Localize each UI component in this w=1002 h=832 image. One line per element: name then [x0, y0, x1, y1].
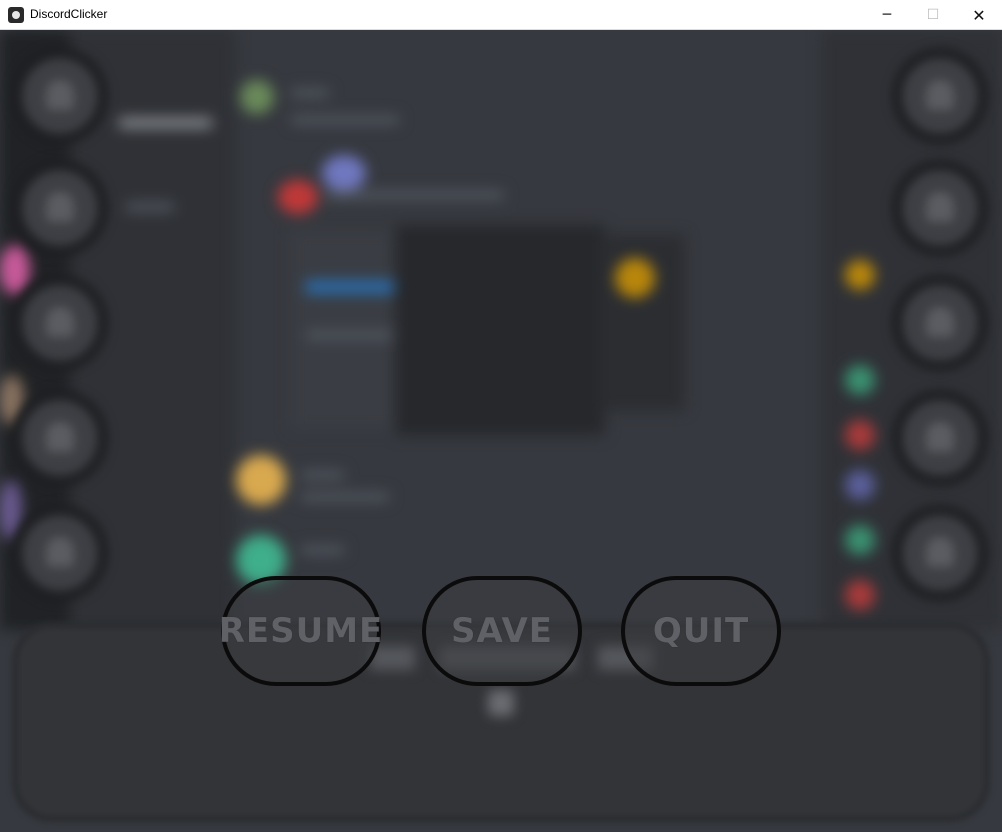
background-avatar [845, 525, 875, 555]
background-popup [395, 225, 605, 435]
upgrade-slot-right-4 [892, 390, 988, 486]
background-avatar [845, 420, 875, 450]
upgrade-slot-left-2 [12, 160, 108, 256]
background-message-line [300, 545, 345, 555]
background-channel-line [118, 118, 213, 128]
background-message-line [290, 115, 400, 125]
background-avatar [845, 260, 875, 290]
background-message-line [305, 280, 395, 294]
background-message-line [290, 88, 330, 98]
upgrade-slot-right-1 [892, 48, 988, 144]
upgrade-slot-left-1 [12, 48, 108, 144]
quit-button[interactable]: QUIT [621, 576, 781, 686]
upgrade-slot-left-4 [12, 390, 108, 486]
background-avatar [845, 470, 875, 500]
background-avatar [615, 258, 655, 298]
background-channel-line [125, 202, 175, 212]
background-message-line [305, 330, 395, 340]
upgrade-slot-right-2 [892, 160, 988, 256]
upgrade-slot-right-3 [892, 275, 988, 371]
upgrade-slot-left-3 [12, 275, 108, 371]
app-logo-icon [8, 7, 24, 23]
background-message-line [300, 470, 345, 480]
save-button[interactable]: SAVE [422, 576, 582, 686]
background-avatar [845, 365, 875, 395]
upgrade-slot-right-5 [892, 505, 988, 601]
window-title: DiscordClicker [30, 7, 108, 21]
close-button[interactable]: ✕ [956, 0, 1002, 30]
background-avatar [845, 580, 875, 610]
background-avatar [0, 245, 30, 295]
minimize-button[interactable]: ─ [864, 0, 910, 30]
background-avatar [322, 155, 366, 191]
background-message-line [325, 190, 505, 200]
upgrade-slot-left-5 [12, 505, 108, 601]
background-avatar [236, 455, 286, 505]
window-titlebar: DiscordClicker ─ ☐ ✕ [0, 0, 1002, 30]
bottom-panel-item [488, 690, 514, 716]
maximize-button[interactable]: ☐ [910, 0, 956, 30]
background-message-line [300, 492, 390, 502]
background-avatar [240, 80, 274, 114]
background-avatar [278, 180, 318, 214]
game-canvas: RESUME SAVE QUIT [0, 30, 1002, 832]
resume-button[interactable]: RESUME [219, 576, 382, 686]
